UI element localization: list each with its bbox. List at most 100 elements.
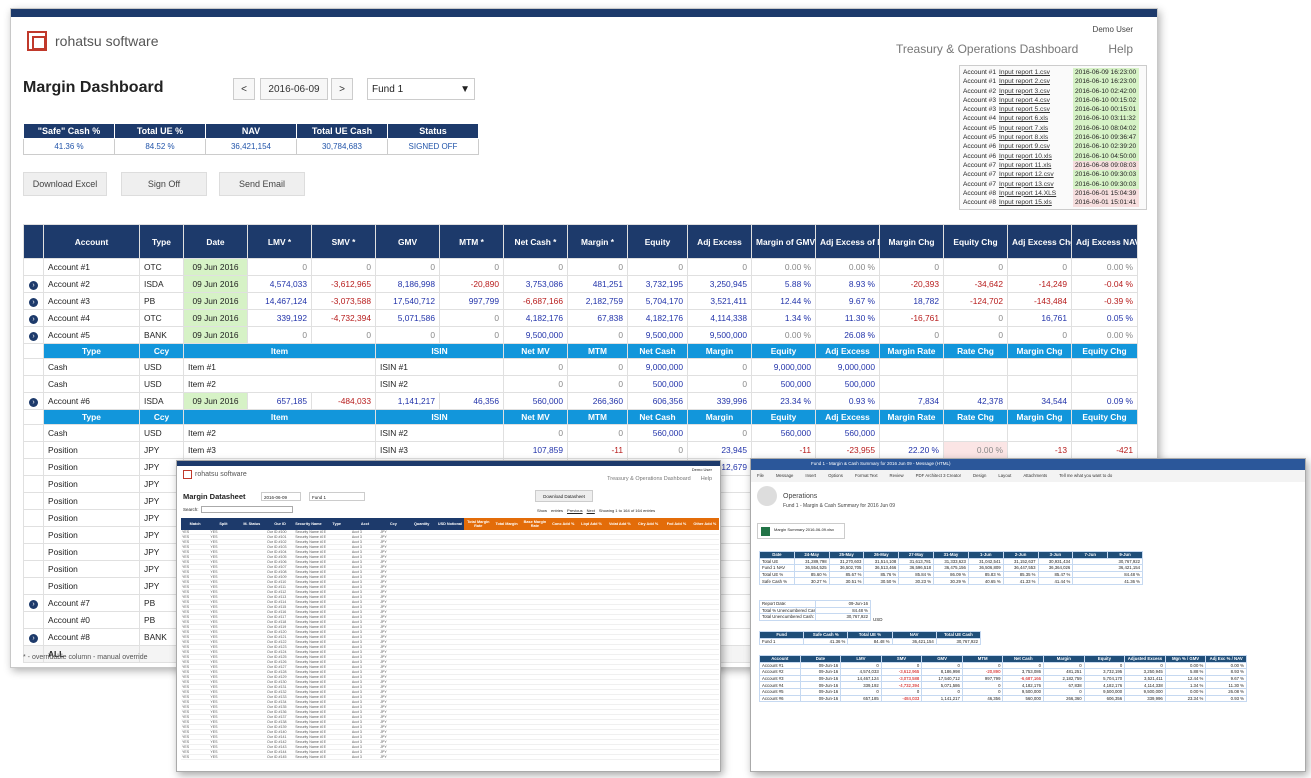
fund-select[interactable]: Fund 1 ▼ — [367, 78, 475, 100]
datasheet-header[interactable]: Split — [209, 518, 238, 530]
expand-icon[interactable]: › — [29, 599, 38, 609]
expand-cell[interactable]: › — [23, 628, 44, 646]
ribbon-tab[interactable]: Options — [828, 473, 843, 479]
grid-header[interactable]: Margin of GMV % — [751, 224, 816, 259]
grid-header[interactable]: Margin Chg — [879, 224, 944, 259]
grid-header[interactable]: Margin * — [567, 224, 628, 259]
datasheet-header[interactable]: Security Name — [294, 518, 323, 530]
brand-logo[interactable]: rohatsu software — [27, 31, 159, 51]
grid-header[interactable]: Account — [43, 224, 140, 259]
datasheet-header[interactable]: Ccy — [379, 518, 408, 530]
file-link[interactable]: Input report 4.csv — [999, 96, 1073, 105]
file-link[interactable]: Input report 6.xls — [999, 114, 1073, 123]
download-datasheet-button[interactable]: Download Datasheet — [535, 490, 593, 502]
datasheet-header[interactable]: Fxd Add % — [662, 518, 691, 530]
datasheet-header[interactable]: Total Margin Rate — [464, 518, 493, 530]
ribbon-tab[interactable]: Format Text — [855, 473, 878, 479]
datasheet-header[interactable]: Ctry Add % — [634, 518, 663, 530]
next-date-button[interactable]: > — [331, 78, 353, 100]
file-link[interactable]: Input report 3.csv — [999, 87, 1073, 96]
grid-header[interactable]: Net Cash * — [503, 224, 568, 259]
datasheet-nav-help[interactable]: Help — [701, 476, 712, 482]
file-link[interactable]: Input report 1.csv — [999, 68, 1073, 77]
expand-icon[interactable]: › — [29, 633, 38, 643]
datasheet-logo[interactable]: rohatsu software — [183, 470, 247, 479]
email-attachment[interactable]: Margin Summary 2016-06-09.xlsx — [757, 523, 845, 539]
datasheet-fund-select[interactable]: Fund 1 — [309, 492, 365, 501]
file-link[interactable]: Input report 9.csv — [999, 142, 1073, 151]
send-email-button[interactable]: Send Email — [219, 172, 305, 196]
file-link[interactable]: Input report 7.xls — [999, 124, 1073, 133]
datasheet-header[interactable]: Match — [181, 518, 210, 530]
account-cell: 4,574,033 — [247, 275, 312, 293]
grid-header[interactable]: Adj Excess Chg — [1007, 224, 1072, 259]
datasheet-header[interactable]: M. Status — [237, 518, 266, 530]
datasheet-user[interactable]: Demo User — [692, 467, 712, 472]
expand-cell[interactable]: › — [23, 326, 44, 344]
ribbon-tab[interactable]: PDF Architect 3 Creator — [916, 473, 961, 479]
ribbon-tab[interactable]: Design — [973, 473, 986, 479]
file-link[interactable]: Input report 2.csv — [999, 77, 1073, 86]
ribbon-tab[interactable]: Insert — [805, 473, 816, 479]
date-field[interactable]: 2016-06-09 — [260, 78, 328, 100]
nav-dashboard[interactable]: Treasury & Operations Dashboard — [896, 42, 1078, 56]
file-link[interactable]: Input report 13.csv — [999, 180, 1073, 189]
grid-header[interactable]: GMV — [375, 224, 440, 259]
download-excel-button[interactable]: Download Excel — [23, 172, 107, 196]
expand-cell[interactable]: › — [23, 392, 44, 410]
file-link[interactable]: Input report 10.xls — [999, 152, 1073, 161]
datasheet-header[interactable]: Total Margin — [492, 518, 521, 530]
grid-header[interactable]: Equity — [627, 224, 688, 259]
grid-header[interactable]: Adj Excess of NAV % — [815, 224, 880, 259]
datasheet-header[interactable]: Liqd Add % — [577, 518, 606, 530]
datasheet-header[interactable]: Type — [322, 518, 351, 530]
tell-me-box[interactable]: Tell me what you want to do — [1059, 473, 1112, 479]
datasheet-nav-dashboard[interactable]: Treasury & Operations Dashboard — [607, 476, 691, 482]
expand-cell[interactable]: › — [23, 292, 44, 310]
grid-header[interactable]: Adj Excess — [687, 224, 752, 259]
datasheet-header[interactable]: Our ID — [265, 518, 295, 530]
datasheet-date-field[interactable]: 2016-06-09 — [261, 492, 301, 501]
datasheet-header[interactable]: USD Notional — [435, 518, 465, 530]
datasheet-search-input[interactable] — [201, 506, 293, 513]
sign-off-button[interactable]: Sign Off — [121, 172, 207, 196]
file-link[interactable]: Input report 14.XLS — [999, 189, 1073, 198]
expand-icon[interactable]: › — [29, 280, 38, 290]
grid-header[interactable]: SMV * — [311, 224, 376, 259]
prev-date-button[interactable]: < — [233, 78, 255, 100]
expand-cell[interactable]: › — [23, 309, 44, 327]
file-link[interactable]: Input report 15.xls — [999, 198, 1073, 207]
expand-icon[interactable]: › — [29, 397, 38, 407]
expand-cell[interactable]: › — [23, 275, 44, 293]
datasheet-header[interactable]: Acct — [350, 518, 380, 530]
expand-icon[interactable]: › — [29, 331, 38, 341]
file-link[interactable]: Input report 11.xls — [999, 161, 1073, 170]
grid-header[interactable]: Adj Excess NAV% Chg — [1071, 224, 1138, 259]
file-link[interactable]: Input report 12.csv — [999, 170, 1073, 179]
grid-header[interactable]: LMV * — [247, 224, 312, 259]
file-link[interactable]: Input report 5.csv — [999, 105, 1073, 114]
datasheet-header[interactable]: Other Add % — [690, 518, 719, 530]
ribbon-tab[interactable]: File — [757, 473, 764, 479]
ribbon-tab[interactable]: Attachments — [1023, 473, 1047, 479]
file-link[interactable]: Input report 8.xls — [999, 133, 1073, 142]
datasheet-header[interactable]: Base Margin Rate — [520, 518, 550, 530]
expand-icon[interactable]: › — [29, 297, 38, 307]
grid-header[interactable]: Date — [183, 224, 248, 259]
nav-help[interactable]: Help — [1108, 42, 1133, 56]
grid-header[interactable]: MTM * — [439, 224, 504, 259]
expand-cell[interactable]: › — [23, 594, 44, 612]
ribbon-tab[interactable]: Message — [776, 473, 793, 479]
datasheet-header[interactable]: Conc Add % — [549, 518, 578, 530]
grid-header-expand — [23, 224, 44, 259]
grid-header[interactable]: Equity Chg — [943, 224, 1008, 259]
datasheet-next-link[interactable]: Next — [587, 508, 595, 513]
ribbon-tab[interactable]: Review — [890, 473, 904, 479]
datasheet-header[interactable]: Volat Add % — [605, 518, 634, 530]
datasheet-prev-link[interactable]: Previous — [567, 508, 583, 513]
user-name[interactable]: Demo User — [1093, 25, 1133, 34]
datasheet-header[interactable]: Quantity — [407, 518, 436, 530]
expand-icon[interactable]: › — [29, 314, 38, 324]
grid-header[interactable]: Type — [139, 224, 184, 259]
ribbon-tab[interactable]: Layout — [998, 473, 1011, 479]
